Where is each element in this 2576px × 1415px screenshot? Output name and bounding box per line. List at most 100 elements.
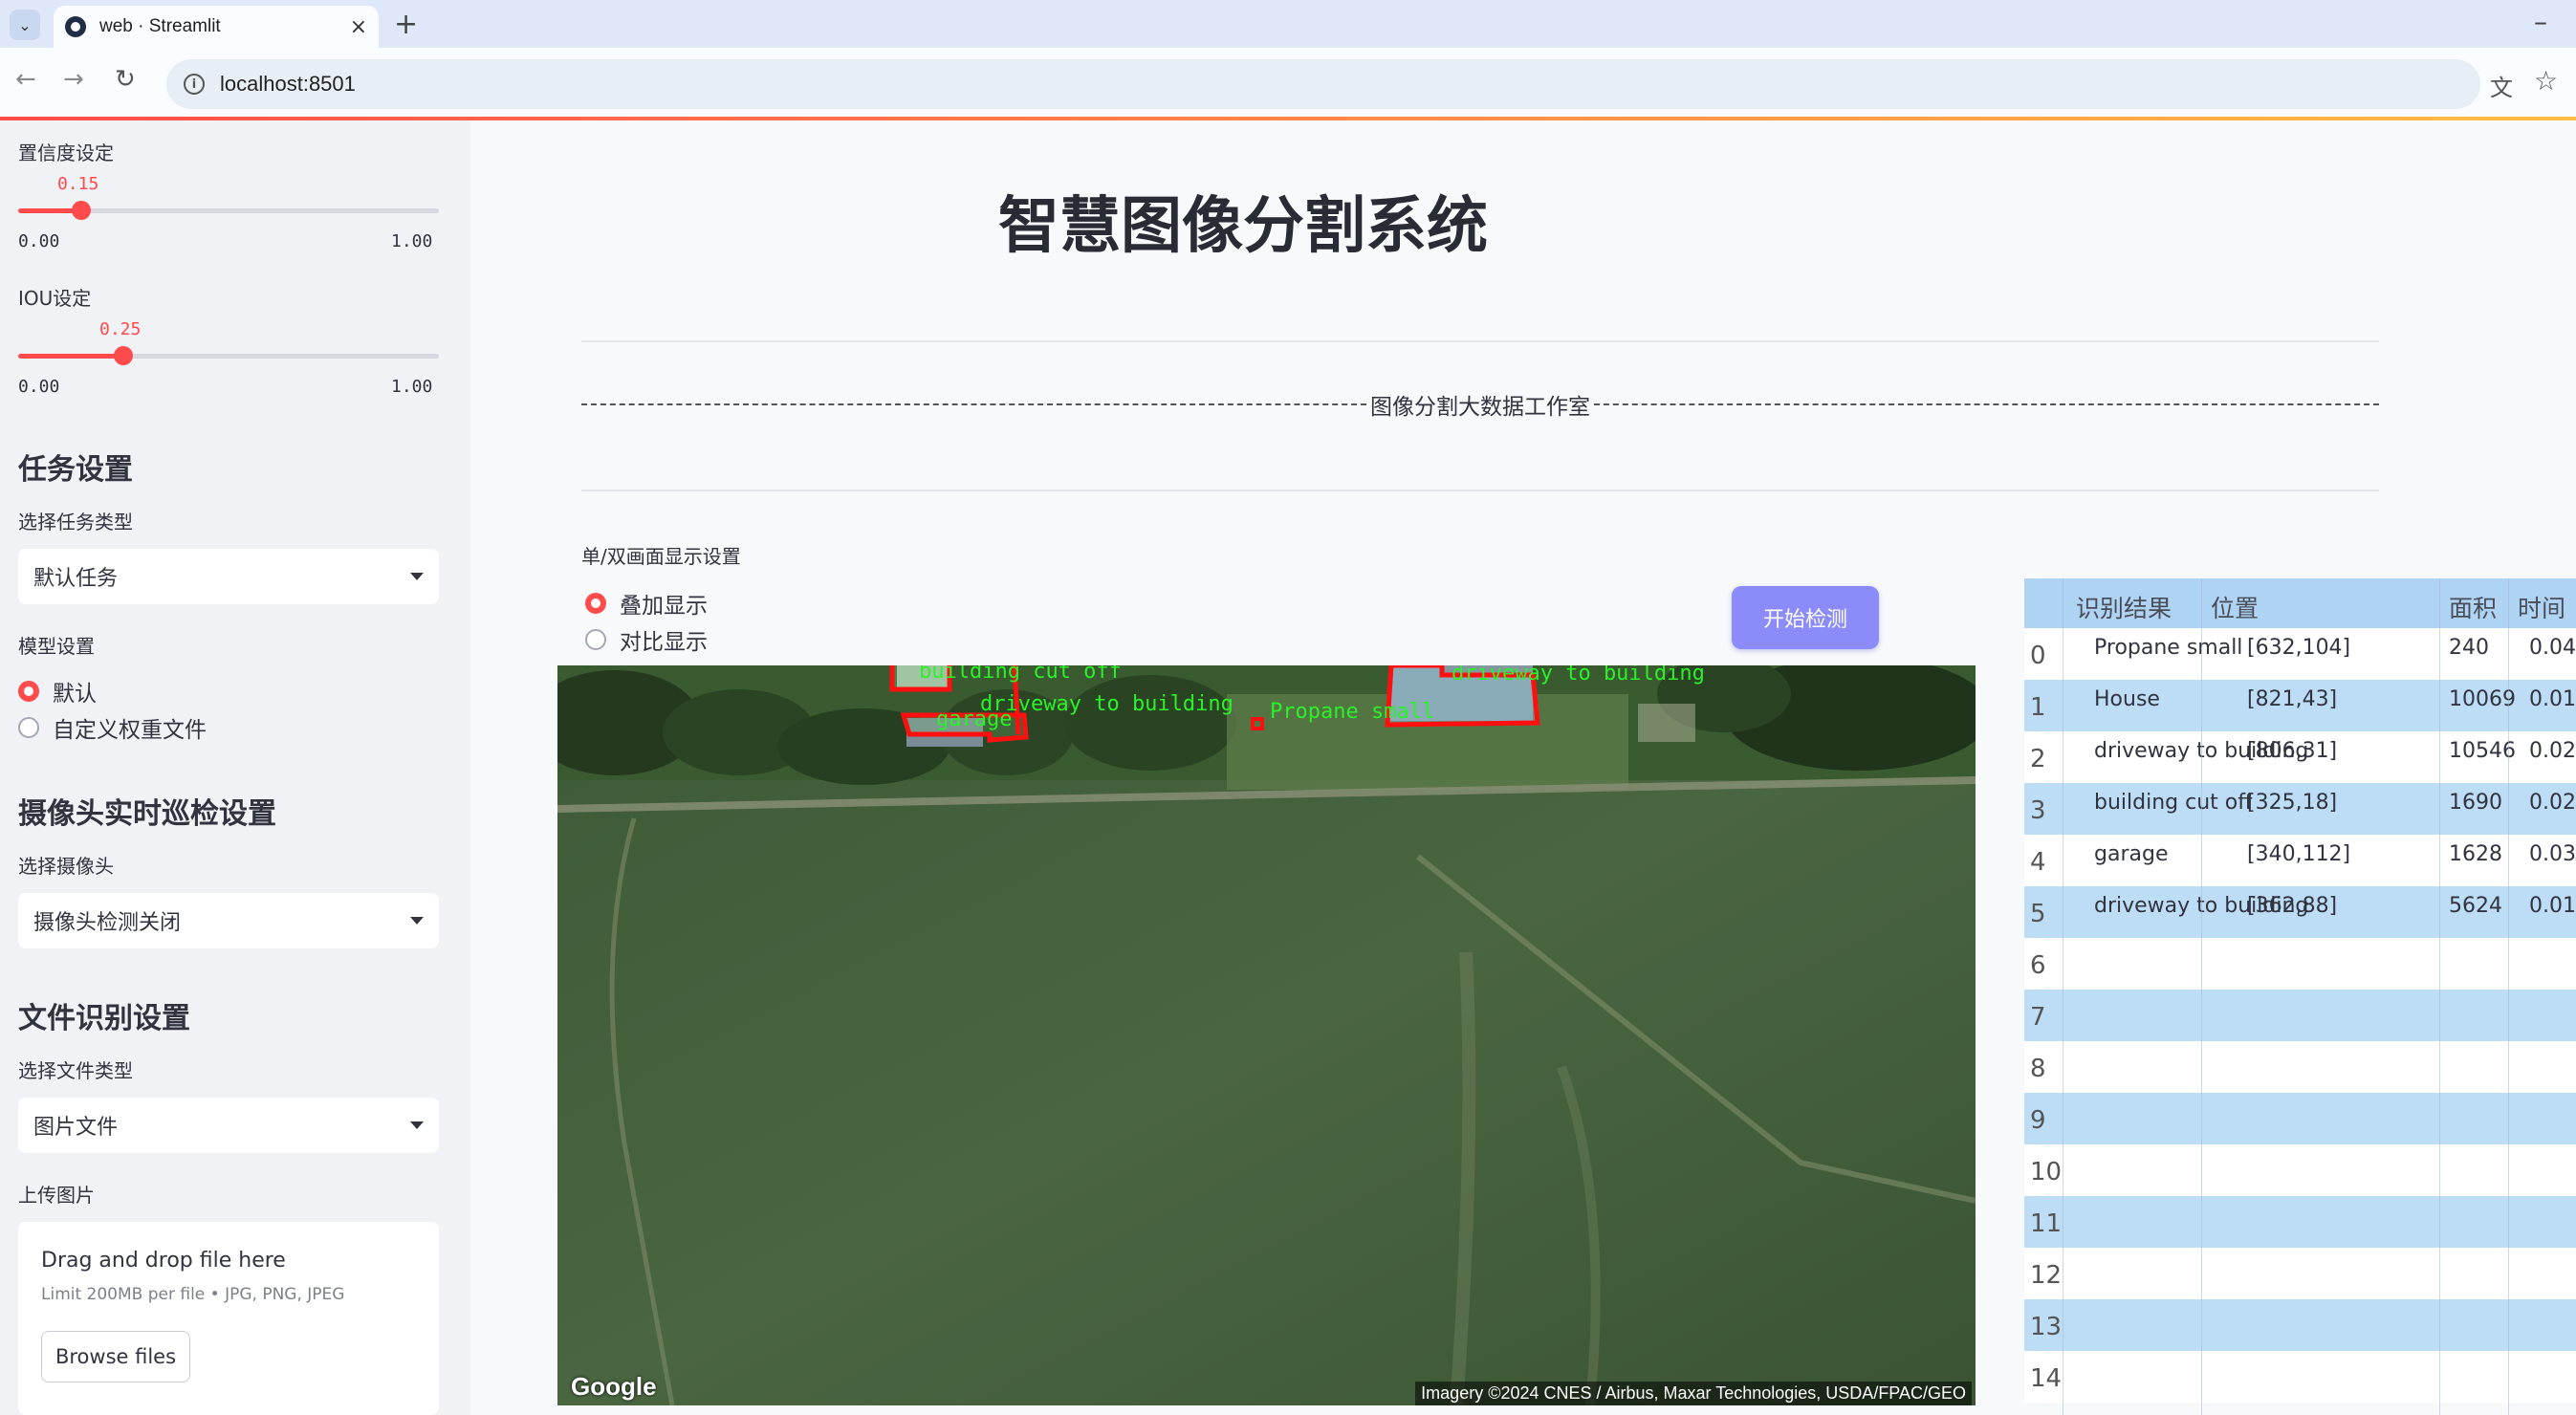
site-info-icon[interactable]: i bbox=[184, 74, 205, 95]
radio-unselected-icon bbox=[18, 717, 39, 738]
cell-name: garage bbox=[2094, 842, 2169, 866]
confidence-max: 1.00 bbox=[391, 231, 433, 251]
table-row-empty[interactable]: 11 bbox=[2024, 1196, 2576, 1248]
browser-tab-bar: ⌄ web · Streamlit × + – bbox=[0, 0, 2576, 48]
row-index: 7 bbox=[2030, 1003, 2046, 1032]
table-row-empty[interactable]: 7 bbox=[2024, 990, 2576, 1041]
iou-min: 0.00 bbox=[18, 377, 60, 397]
table-row[interactable]: 4 garage [340,112] 1628 0.03 bbox=[2024, 835, 2576, 886]
detection-label-driveway-2: driveway to building bbox=[1452, 665, 1705, 686]
browser-tab[interactable]: web · Streamlit × bbox=[54, 6, 379, 48]
table-row[interactable]: 1 House [821,43] 10069 0.01 bbox=[2024, 680, 2576, 731]
cell-time: 0.02 bbox=[2529, 739, 2576, 763]
task-type-select[interactable]: 默认任务 bbox=[18, 549, 439, 604]
table-row[interactable]: 5 driveway to building [362,88] 5624 0.0… bbox=[2024, 886, 2576, 938]
table-row-empty[interactable]: 13 bbox=[2024, 1299, 2576, 1351]
forward-arrow-icon[interactable]: → bbox=[63, 65, 84, 94]
translate-icon[interactable]: 文 bbox=[2490, 69, 2513, 102]
display-option-overlay-label: 叠加显示 bbox=[620, 594, 708, 619]
camera-value: 摄像头检测关闭 bbox=[33, 911, 182, 935]
display-option-overlay[interactable]: 叠加显示 bbox=[585, 587, 708, 620]
browse-files-button[interactable]: Browse files bbox=[41, 1331, 190, 1382]
display-option-compare[interactable]: 对比显示 bbox=[585, 623, 708, 656]
model-option-default[interactable]: 默认 bbox=[18, 675, 97, 708]
file-type-select[interactable]: 图片文件 bbox=[18, 1098, 439, 1153]
file-type-label: 选择文件类型 bbox=[18, 1059, 133, 1082]
file-settings-heading: 文件识别设置 bbox=[18, 1002, 190, 1035]
url-text: localhost:8501 bbox=[220, 72, 356, 96]
bookmark-star-icon[interactable]: ☆ bbox=[2534, 65, 2558, 97]
table-row-empty[interactable]: 12 bbox=[2024, 1248, 2576, 1299]
header-result[interactable]: 识别结果 bbox=[2076, 590, 2172, 624]
cell-position: [821,43] bbox=[2247, 687, 2338, 711]
sidebar: 置信度设定 0.15 0.00 1.00 IOU设定 0.25 0.00 1.0… bbox=[0, 120, 470, 1415]
streamlit-favicon-icon bbox=[65, 16, 86, 37]
table-row[interactable]: 0 Propane small [632,104] 240 0.04 bbox=[2024, 628, 2576, 680]
row-index: 10 bbox=[2030, 1158, 2063, 1186]
display-mode-label: 单/双画面显示设置 bbox=[581, 545, 741, 568]
confidence-value: 0.15 bbox=[57, 174, 99, 194]
row-index: 9 bbox=[2030, 1106, 2046, 1135]
upload-limit: Limit 200MB per file • JPG, PNG, JPEG bbox=[41, 1285, 345, 1304]
chevron-down-icon bbox=[410, 573, 424, 580]
row-index: 0 bbox=[2030, 642, 2046, 670]
reload-icon[interactable]: ↻ bbox=[115, 65, 136, 94]
close-icon[interactable]: × bbox=[350, 15, 367, 39]
table-row-empty[interactable]: 6 bbox=[2024, 938, 2576, 990]
row-index: 14 bbox=[2030, 1364, 2063, 1393]
iou-max: 1.00 bbox=[391, 377, 433, 397]
row-index: 12 bbox=[2030, 1261, 2063, 1290]
confidence-min: 0.00 bbox=[18, 231, 60, 251]
task-type-value: 默认任务 bbox=[33, 567, 119, 591]
dash-right bbox=[1594, 403, 2379, 405]
table-header: 识别结果 位置 面积 时间 bbox=[2024, 578, 2576, 628]
address-bar[interactable]: i localhost:8501 bbox=[166, 59, 2480, 109]
upload-title: Drag and drop file here bbox=[41, 1249, 286, 1273]
divider bbox=[581, 490, 2379, 491]
task-type-label: 选择任务类型 bbox=[18, 511, 133, 533]
table-row[interactable]: 3 building cut off [325,18] 1690 0.02 bbox=[2024, 783, 2576, 835]
detection-label-propane: Propane small bbox=[1270, 700, 1435, 724]
row-index: 4 bbox=[2030, 848, 2046, 877]
row-index: 8 bbox=[2030, 1055, 2046, 1083]
results-table[interactable]: 识别结果 位置 面积 时间 0 Propane small [632,104] … bbox=[2024, 578, 2576, 1415]
model-settings-label: 模型设置 bbox=[18, 635, 95, 658]
cell-area: 1690 bbox=[2449, 791, 2502, 815]
camera-settings-heading: 摄像头实时巡检设置 bbox=[18, 797, 276, 831]
header-time[interactable]: 时间 bbox=[2518, 590, 2565, 624]
cell-position: [362,88] bbox=[2247, 894, 2338, 918]
cell-name: House bbox=[2094, 687, 2160, 711]
start-detection-button[interactable]: 开始检测 bbox=[1732, 586, 1879, 649]
header-position[interactable]: 位置 bbox=[2211, 590, 2259, 624]
model-option-custom[interactable]: 自定义权重文件 bbox=[18, 711, 207, 744]
iou-slider-thumb[interactable] bbox=[114, 346, 133, 365]
tab-list-button[interactable]: ⌄ bbox=[10, 10, 40, 40]
browser-nav-bar: ← → ↻ i localhost:8501 文 ☆ bbox=[0, 48, 2576, 119]
table-row-empty[interactable]: 8 bbox=[2024, 1041, 2576, 1093]
minimize-icon[interactable]: – bbox=[2534, 6, 2547, 37]
confidence-slider[interactable] bbox=[18, 201, 439, 220]
upload-label: 上传图片 bbox=[18, 1184, 95, 1207]
row-index: 2 bbox=[2030, 745, 2046, 773]
back-arrow-icon[interactable]: ← bbox=[15, 65, 36, 94]
cell-area: 5624 bbox=[2449, 894, 2502, 918]
table-row-empty[interactable]: 14 bbox=[2024, 1351, 2576, 1403]
cell-time: 0.04 bbox=[2529, 636, 2576, 660]
new-tab-icon[interactable]: + bbox=[394, 8, 418, 41]
table-row-empty[interactable]: 10 bbox=[2024, 1144, 2576, 1196]
table-row[interactable]: 2 driveway to building [806,31] 10546 0.… bbox=[2024, 731, 2576, 783]
iou-slider[interactable] bbox=[18, 346, 439, 365]
imagery-credit: Imagery ©2024 CNES / Airbus, Maxar Techn… bbox=[1415, 1382, 1972, 1405]
studio-banner-text: 图像分割大数据工作室 bbox=[1370, 395, 1590, 420]
confidence-slider-thumb[interactable] bbox=[72, 201, 91, 220]
file-uploader-dropzone[interactable]: Drag and drop file here Limit 200MB per … bbox=[18, 1222, 439, 1415]
header-area[interactable]: 面积 bbox=[2449, 590, 2497, 624]
file-type-value: 图片文件 bbox=[33, 1116, 119, 1140]
radio-selected-icon bbox=[585, 593, 606, 614]
row-index: 5 bbox=[2030, 900, 2046, 928]
table-row-empty[interactable]: 9 bbox=[2024, 1093, 2576, 1144]
detection-label-garage: garage bbox=[936, 708, 1013, 731]
row-index: 6 bbox=[2030, 951, 2046, 980]
camera-select[interactable]: 摄像头检测关闭 bbox=[18, 893, 439, 948]
chevron-down-icon bbox=[410, 1121, 424, 1129]
